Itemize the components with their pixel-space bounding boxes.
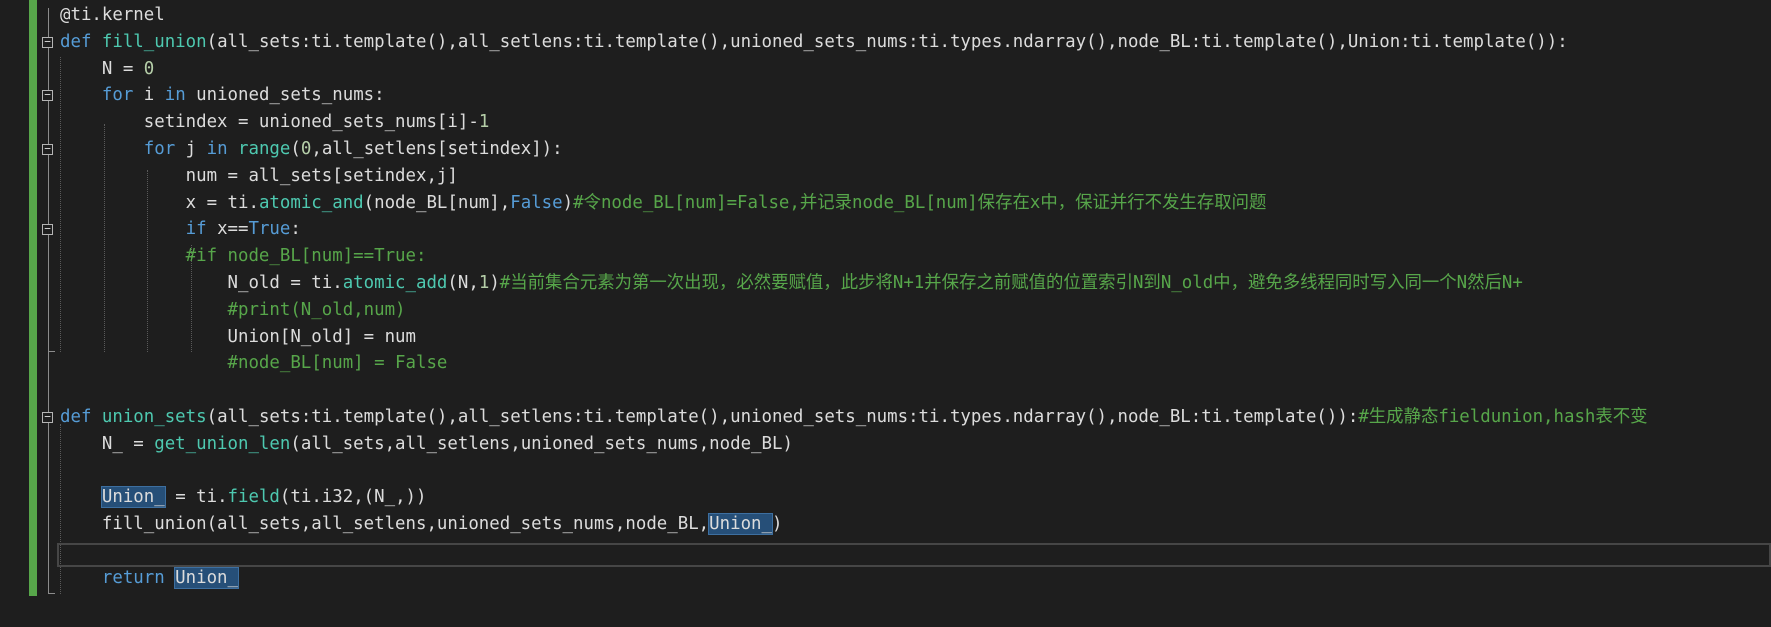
code-line[interactable]: setindex = unioned_sets_nums[i]-1 [60,109,490,136]
code-line[interactable]: num = all_sets[setindex,j] [60,163,458,190]
code-token: get_union_len [154,434,291,454]
code-token: unioned_sets_nums: [196,85,385,105]
code-token: = ti. [164,487,228,507]
code-line[interactable]: for j in range(0,all_setlens[setindex]): [60,136,563,163]
change-tracking-bar [29,0,37,596]
code-token: atomic_add [342,273,448,293]
current-line-highlight [57,543,1771,567]
code-token: N_ = [60,434,155,454]
collapse-box-icon[interactable]: − [42,89,53,101]
code-comment: #生成静态fieldunion,hash表不变 [1358,407,1648,427]
code-keyword: for [60,139,186,159]
collapse-box-icon[interactable]: − [42,223,53,235]
code-keyword: for [60,85,144,105]
code-token: (ti.i32,(N_,)) [279,487,427,507]
code-token: ) [489,273,500,293]
code-line[interactable]: if x==True: [60,216,301,243]
code-line[interactable]: #node_BL[num] = False [60,350,448,377]
code-token: setindex = unioned_sets_nums[i]- [60,112,479,132]
highlighted-reference: Union_ [708,513,773,535]
code-token: 1 [478,273,490,293]
code-comment: #if node_BL[num]==True: [60,246,427,266]
fold-end-marker [48,593,55,594]
code-token: ( [290,139,301,159]
code-token: fill_union [101,32,207,52]
collapse-box-icon[interactable]: − [42,143,53,155]
code-token: ) [771,514,783,534]
code-line[interactable]: Union_ = ti.field(ti.i32,(N_,)) [60,484,427,511]
fold-end-marker [48,351,55,352]
code-line[interactable]: x = ti.atomic_and(node_BL[num],False)#令n… [60,190,1267,217]
code-token: j [185,139,207,159]
code-line[interactable]: N_old = ti.atomic_add(N,1)#当前集合元素为第一次出现，… [60,270,1523,297]
code-editor[interactable]: @ti.kernel def fill_union(all_sets:ti.tem… [0,0,1771,627]
code-token: Union[N_old] = num [60,327,416,347]
code-token: (N, [447,273,479,293]
code-line[interactable]: #print(N_old,num) [60,297,406,324]
code-token: field [227,487,280,507]
highlighted-reference: Union_ [100,486,166,508]
code-token: x = ti. [60,193,259,213]
collapse-box-icon[interactable]: − [42,411,53,423]
code-line[interactable]: def union_sets(all_sets:ti.template(),al… [60,404,1648,431]
code-token: fill_union(all_sets,all_setlens,unioned_… [60,514,710,534]
code-line[interactable]: N = 0 [60,56,154,83]
code-keyword: in [206,139,239,159]
code-token: x== [217,219,249,239]
code-line[interactable]: fill_union(all_sets,all_setlens,unioned_… [60,511,782,538]
code-keyword: in [164,85,197,105]
code-token: ) [562,193,574,213]
code-token: atomic_and [258,193,364,213]
code-line[interactable]: def fill_union(all_sets:ti.template(),al… [60,29,1568,56]
code-token: ,all_setlens[setindex]): [311,139,563,159]
code-token: (all_sets:ti.template(),all_setlens:ti.t… [206,32,1568,52]
code-comment: #当前集合元素为第一次出现，必然要赋值，此步将N+1并保存之前赋值的位置索引N到… [499,273,1523,293]
code-comment: #print(N_old,num) [60,300,406,320]
code-line[interactable]: N_ = get_union_len(all_sets,all_setlens,… [60,431,793,458]
code-keyword: False [510,193,563,213]
collapse-box-icon[interactable]: − [42,36,53,48]
code-line[interactable]: Union[N_old] = num [60,324,416,351]
code-keyword: return [60,568,176,588]
code-line[interactable]: #if node_BL[num]==True: [60,243,427,270]
code-line[interactable]: for i in unioned_sets_nums: [60,82,385,109]
code-token: (all_sets,all_setlens,unioned_sets_nums,… [290,434,793,454]
code-token: 0 [300,139,312,159]
code-token: 1 [478,112,490,132]
code-keyword: def [60,32,102,52]
code-token: (all_sets:ti.template(),all_setlens:ti.t… [206,407,1359,427]
code-token: range [238,139,291,159]
code-token: N_old = ti. [60,273,343,293]
code-keyword: def [60,407,102,427]
code-token: 0 [143,59,155,79]
code-token: N = [60,59,144,79]
code-comment: #令node_BL[num]=False,并记录node_BL[num]保存在x… [573,193,1267,213]
code-token: num = all_sets[setindex,j] [60,166,458,186]
highlighted-reference: Union_ [174,567,239,589]
code-token: (node_BL[num], [363,193,511,213]
code-keyword: if [60,219,218,239]
code-comment: #node_BL[num] = False [60,353,448,373]
code-token: : [290,219,301,239]
code-token: union_sets [101,407,207,427]
code-token: i [143,85,165,105]
code-line[interactable]: @ti.kernel [60,2,165,29]
code-line[interactable]: return Union_ [60,565,239,592]
code-keyword: True [248,219,291,239]
code-token: @ti.kernel [60,5,165,25]
